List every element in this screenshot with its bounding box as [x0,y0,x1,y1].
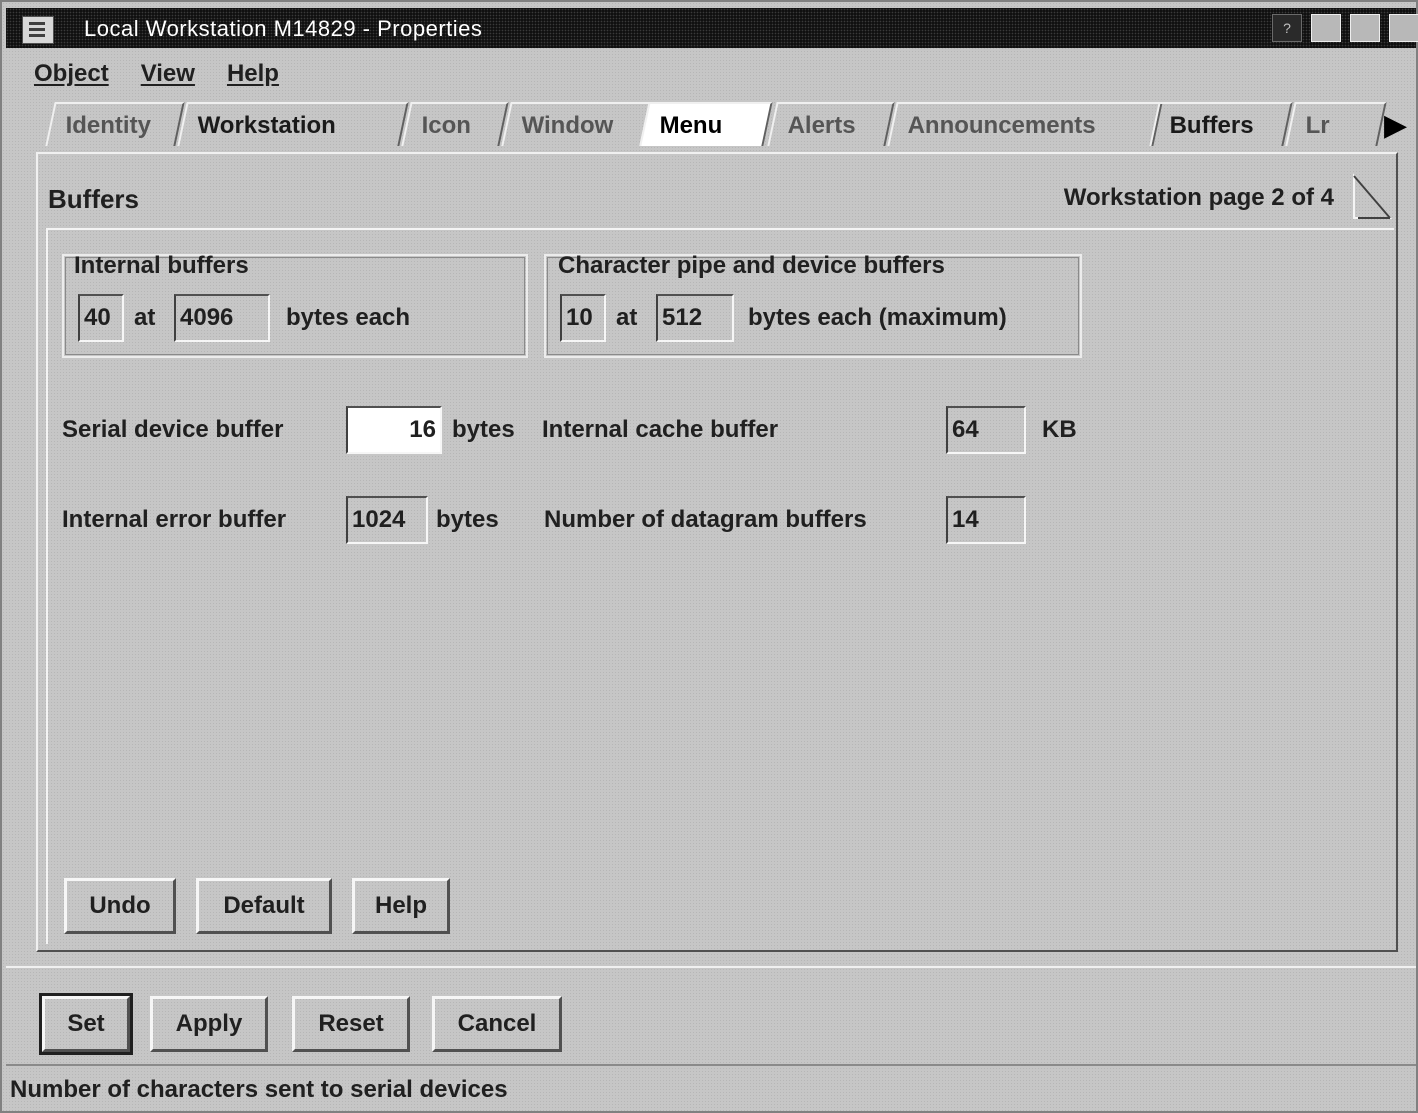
close-button[interactable] [1389,14,1418,42]
tab-menu[interactable]: Menu [639,102,773,146]
cancel-button[interactable]: Cancel [432,996,562,1052]
char-pipe-buffers-count-field[interactable]: 10 [560,294,606,342]
menu-bar: Object View Help [34,60,279,94]
separator [6,966,1416,968]
tab-identity[interactable]: Identity [45,102,185,146]
reset-button[interactable]: Reset [292,996,410,1052]
tab-window[interactable]: Window [501,102,657,146]
internal-error-buffer-unit: bytes [436,506,499,533]
internal-buffers-at-label: at [134,304,156,331]
internal-cache-buffer-unit: KB [1042,416,1077,443]
internal-cache-buffer-field[interactable]: 64 [946,406,1026,454]
char-pipe-buffers-at-label: at [616,304,638,331]
char-pipe-buffers-size-field[interactable]: 512 [656,294,734,342]
apply-button[interactable]: Apply [150,996,268,1052]
tab-alerts[interactable]: Alerts [767,102,895,146]
internal-cache-buffer-label: Internal cache buffer [542,416,779,443]
tab-icon[interactable]: Icon [401,102,509,146]
page-number: Workstation page 2 of 4 [1063,184,1334,211]
tab-buffers[interactable]: Buffers [1149,102,1293,146]
datagram-buffers-label: Number of datagram buffers [544,506,867,533]
char-pipe-buffers-suffix: bytes each (maximum) [748,304,1007,331]
menu-view[interactable]: View [141,60,195,94]
page-turn-icon[interactable] [1350,170,1394,222]
internal-buffers-label: Internal buffers [74,252,249,279]
page-help-button[interactable]: Help [352,878,450,934]
char-pipe-buffers-label: Character pipe and device buffers [558,252,945,279]
notebook-tabs: Identity Workstation Icon Window Menu Al… [32,102,1416,146]
properties-window: Local Workstation M14829 - Properties ? … [0,0,1418,1113]
menu-object[interactable]: Object [34,60,109,94]
serial-device-buffer-field[interactable]: 16 [346,406,442,454]
internal-error-buffer-field[interactable]: 1024 [346,496,428,544]
menu-help[interactable]: Help [227,60,279,94]
tab-lr[interactable]: Lr [1285,102,1387,146]
internal-buffers-suffix: bytes each [286,304,411,331]
tab-announcements[interactable]: Announcements [887,102,1163,146]
serial-device-buffer-unit: bytes [452,416,515,443]
undo-button[interactable]: Undo [64,878,176,934]
help-icon[interactable]: ? [1272,14,1302,42]
default-button[interactable]: Default [196,878,332,934]
internal-error-buffer-label: Internal error buffer [62,506,287,533]
tab-scroll-right-icon[interactable]: ▶ [1384,108,1407,143]
status-bar-text: Number of characters sent to serial devi… [10,1076,508,1103]
system-menu-icon[interactable] [22,16,54,44]
maximize-button[interactable] [1350,14,1380,42]
internal-buffers-size-field[interactable]: 4096 [174,294,270,342]
datagram-buffers-field[interactable]: 14 [946,496,1026,544]
set-button[interactable]: Set [39,993,133,1055]
window-title: Local Workstation M14829 - Properties [84,16,483,41]
tab-workstation[interactable]: Workstation [177,102,409,146]
page-title: Buffers [48,184,140,214]
status-divider [6,1064,1416,1066]
title-bar[interactable]: Local Workstation M14829 - Properties ? [6,8,1418,48]
minimize-button[interactable] [1311,14,1341,42]
internal-buffers-count-field[interactable]: 40 [78,294,124,342]
serial-device-buffer-label: Serial device buffer [62,416,284,443]
